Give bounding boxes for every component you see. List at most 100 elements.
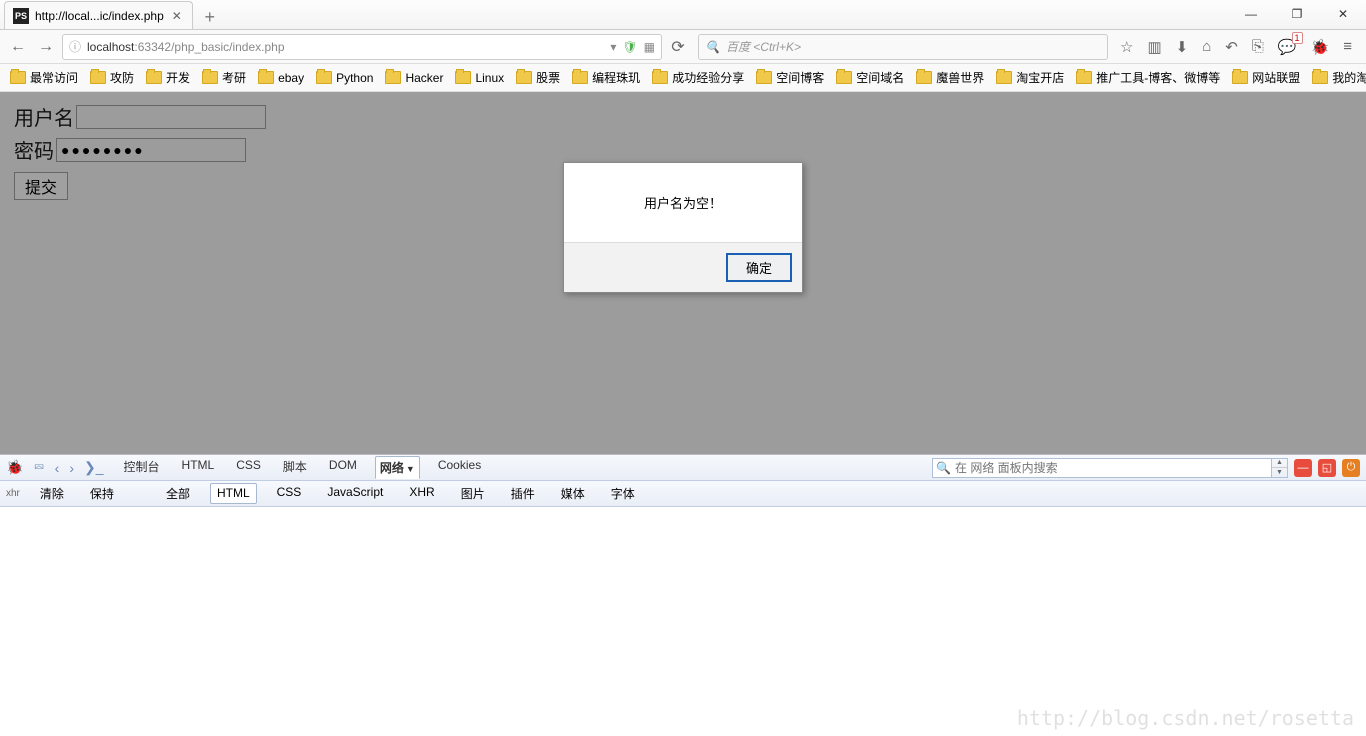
bookmark-item[interactable]: 我的淘宝 bbox=[1308, 67, 1366, 88]
chat-icon[interactable]: 💬 bbox=[1278, 38, 1297, 56]
bookmark-item[interactable]: Hacker bbox=[381, 69, 447, 87]
devtools-type[interactable]: 媒体 bbox=[555, 483, 591, 504]
browser-tab[interactable]: PS http://local...ic/index.php ✕ bbox=[4, 1, 193, 29]
menu-icon[interactable]: ≡ bbox=[1343, 38, 1352, 55]
devtools-content bbox=[0, 507, 1366, 729]
reload-button[interactable]: ⟳ bbox=[666, 35, 690, 59]
bookmark-label: 成功经验分享 bbox=[672, 69, 744, 86]
bookmark-item[interactable]: 空间域名 bbox=[832, 67, 908, 88]
folder-icon bbox=[1312, 71, 1328, 84]
forward-button[interactable]: → bbox=[34, 35, 58, 59]
folder-icon bbox=[385, 71, 401, 84]
bookmark-label: 攻防 bbox=[110, 69, 134, 86]
folder-icon bbox=[572, 71, 588, 84]
devtools-type[interactable]: 图片 bbox=[455, 483, 491, 504]
bug-icon[interactable]: 🐞 bbox=[1311, 38, 1330, 56]
devtools-tab[interactable]: 网络▼ bbox=[375, 456, 420, 479]
bookmark-label: 编程珠玑 bbox=[592, 69, 640, 86]
devtools-search-input[interactable] bbox=[932, 458, 1272, 478]
devtools-type[interactable]: 字体 bbox=[605, 483, 641, 504]
devtools-filter[interactable]: 清除 bbox=[34, 483, 70, 504]
bookmark-label: 最常访问 bbox=[30, 69, 78, 86]
minimize-button[interactable]: — bbox=[1228, 0, 1274, 29]
bookmark-item[interactable]: ebay bbox=[254, 69, 308, 87]
bookmark-item[interactable]: 股票 bbox=[512, 67, 564, 88]
clip-icon[interactable]: ⎘ bbox=[1252, 38, 1264, 55]
back-button[interactable]: ← bbox=[6, 35, 30, 59]
close-window-button[interactable]: ✕ bbox=[1320, 0, 1366, 29]
bookmark-label: 魔兽世界 bbox=[936, 69, 984, 86]
devtools-tab[interactable]: Cookies bbox=[434, 456, 485, 479]
browser-titlebar: PS http://local...ic/index.php ✕ + — ❐ ✕ bbox=[0, 0, 1366, 30]
search-box[interactable]: 🔍 百度 <Ctrl+K> bbox=[698, 34, 1108, 60]
bookmark-label: 开发 bbox=[166, 69, 190, 86]
site-info-icon[interactable]: ⓘ bbox=[69, 38, 81, 55]
folder-icon bbox=[516, 71, 532, 84]
devtools-close-button[interactable]: ⏻ bbox=[1342, 459, 1360, 477]
devtools-tab[interactable]: 控制台 bbox=[120, 456, 164, 479]
dropdown-icon[interactable]: ▾ bbox=[610, 40, 616, 54]
folder-icon bbox=[10, 71, 26, 84]
bookmark-label: Linux bbox=[475, 71, 504, 85]
bookmarks-bar: 最常访问 攻防 开发 考研 ebayPython Hacker Linux 股票 编程珠玑 成功经… bbox=[0, 64, 1366, 92]
bookmark-item[interactable]: 魔兽世界 bbox=[912, 67, 988, 88]
firebug-icon[interactable]: 🐞 bbox=[6, 459, 23, 476]
folder-icon bbox=[756, 71, 772, 84]
xhr-icon[interactable]: xhr bbox=[6, 488, 20, 499]
bookmark-label: 空间域名 bbox=[856, 69, 904, 86]
devtools-tab[interactable]: HTML bbox=[178, 456, 219, 479]
maximize-button[interactable]: ❐ bbox=[1274, 0, 1320, 29]
bookmark-item[interactable]: 开发 bbox=[142, 67, 194, 88]
bookmark-item[interactable]: Python bbox=[312, 69, 377, 87]
devtools-tab[interactable]: 脚本 bbox=[279, 456, 311, 479]
next-icon[interactable]: › bbox=[69, 460, 74, 476]
alert-ok-button[interactable]: 确定 bbox=[726, 253, 792, 282]
console-icon[interactable]: ❯_ bbox=[84, 459, 104, 476]
bookmark-item[interactable]: 编程珠玑 bbox=[568, 67, 644, 88]
bookmark-item[interactable]: Linux bbox=[451, 69, 508, 87]
bookmark-item[interactable]: 考研 bbox=[198, 67, 250, 88]
folder-icon bbox=[202, 71, 218, 84]
devtools-type[interactable]: CSS bbox=[271, 483, 308, 504]
devtools-type[interactable]: HTML bbox=[210, 483, 257, 504]
download-icon[interactable]: ⬇ bbox=[1176, 38, 1189, 56]
inspect-icon[interactable]: ⮹ bbox=[33, 459, 44, 476]
bookmark-label: 考研 bbox=[222, 69, 246, 86]
url-box[interactable]: ⓘ localhost:63342/php_basic/index.php ▾ … bbox=[62, 34, 662, 60]
library-icon[interactable]: ▥ bbox=[1147, 38, 1161, 56]
new-tab-button[interactable]: + bbox=[197, 5, 223, 29]
bookmark-item[interactable]: 最常访问 bbox=[6, 67, 82, 88]
folder-icon bbox=[652, 71, 668, 84]
tab-close-icon[interactable]: ✕ bbox=[170, 9, 184, 23]
shield-icon[interactable]: 🛡 bbox=[622, 40, 637, 54]
bookmark-label: 股票 bbox=[536, 69, 560, 86]
devtools-pop-button[interactable]: ◱ bbox=[1318, 459, 1336, 477]
star-icon[interactable]: ☆ bbox=[1120, 38, 1133, 56]
folder-icon bbox=[90, 71, 106, 84]
devtools-tab[interactable]: DOM bbox=[325, 456, 361, 479]
bookmark-item[interactable]: 网站联盟 bbox=[1228, 67, 1304, 88]
bookmark-label: 我的淘宝 bbox=[1332, 69, 1366, 86]
devtools-type[interactable]: JavaScript bbox=[321, 483, 389, 504]
undo-icon[interactable]: ↶ bbox=[1225, 38, 1238, 56]
bookmark-item[interactable]: 推广工具-博客、微博等 bbox=[1072, 67, 1224, 88]
devtools-type[interactable]: 插件 bbox=[505, 483, 541, 504]
devtools-type[interactable]: 全部 bbox=[160, 483, 196, 504]
devtools-min-button[interactable]: — bbox=[1294, 459, 1312, 477]
folder-icon bbox=[836, 71, 852, 84]
devtools-type[interactable]: XHR bbox=[403, 483, 440, 504]
bookmark-label: Hacker bbox=[405, 71, 443, 85]
devtools-tabs: 控制台 HTML CSS 脚本 DOM 网络▼ Cookies bbox=[120, 456, 486, 479]
bookmark-item[interactable]: 成功经验分享 bbox=[648, 67, 748, 88]
bookmark-item[interactable]: 淘宝开店 bbox=[992, 67, 1068, 88]
prev-icon[interactable]: ‹ bbox=[55, 460, 60, 476]
devtools-types: 全部 HTML CSS JavaScript XHR 图片插件媒体字体 bbox=[160, 483, 641, 504]
qr-icon[interactable]: ▦ bbox=[644, 40, 655, 54]
home-icon[interactable]: ⌂ bbox=[1202, 38, 1211, 55]
devtools-filter[interactable]: 保持 bbox=[84, 483, 120, 504]
bookmark-item[interactable]: 空间博客 bbox=[752, 67, 828, 88]
search-stepper[interactable]: ▲▼ bbox=[1272, 458, 1288, 478]
devtools-tab[interactable]: CSS bbox=[232, 456, 265, 479]
bookmark-item[interactable]: 攻防 bbox=[86, 67, 138, 88]
toolbar-icons: ☆ ▥ ⬇ ⌂ ↶ ⎘ 💬 🐞 ≡ bbox=[1112, 38, 1360, 56]
